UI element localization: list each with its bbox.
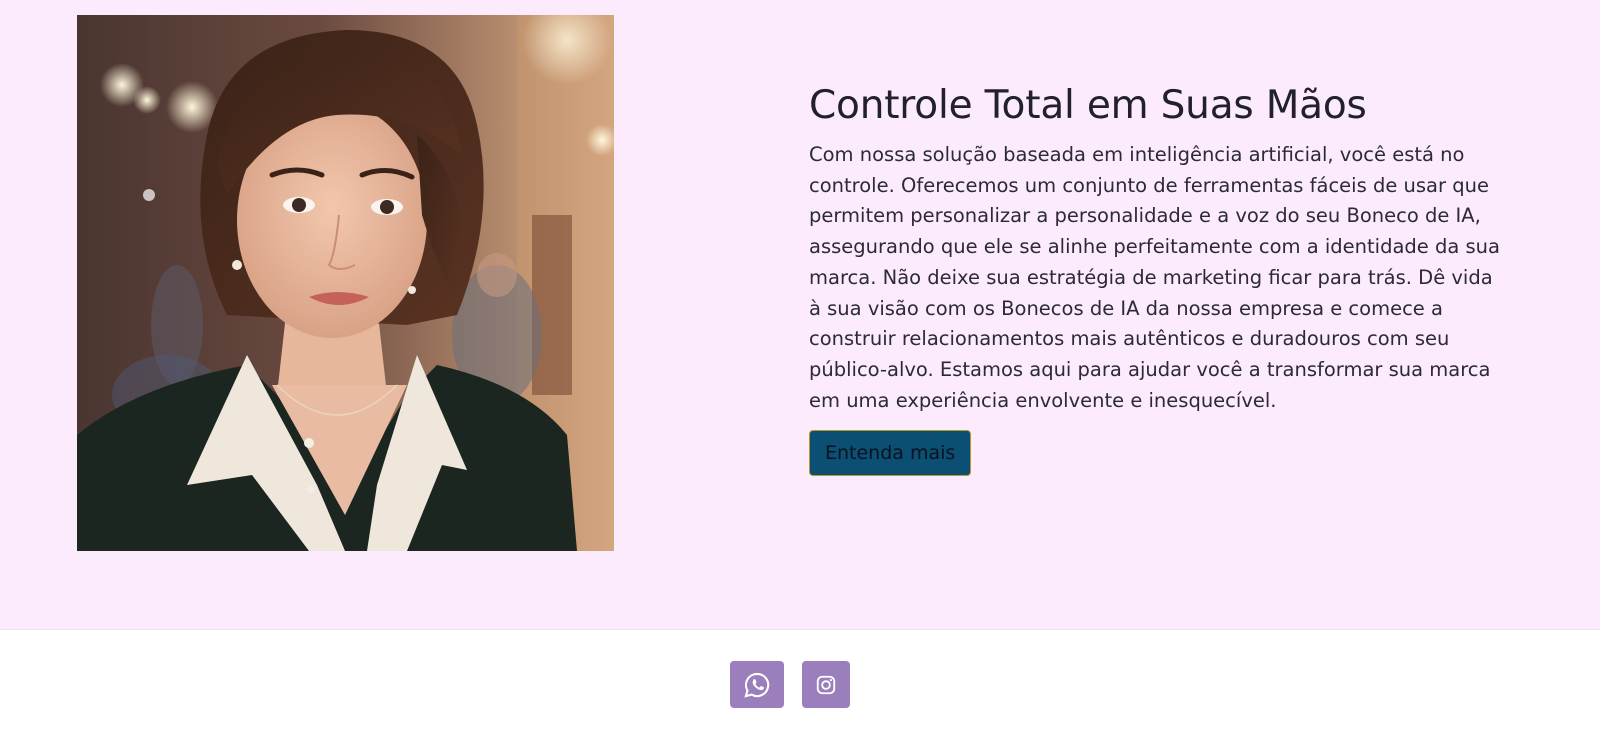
- portrait-image: [77, 15, 614, 551]
- hero-section: Controle Total em Suas Mãos Com nossa so…: [0, 0, 1600, 630]
- instagram-icon: [816, 675, 836, 694]
- hero-title: Controle Total em Suas Mãos: [809, 83, 1367, 128]
- hero-content: Controle Total em Suas Mãos Com nossa so…: [809, 80, 1509, 477]
- whatsapp-button[interactable]: [730, 661, 784, 708]
- instagram-button[interactable]: [802, 661, 850, 708]
- portrait-photo: [77, 15, 614, 551]
- hero-description: Com nossa solução baseada em inteligênci…: [809, 143, 1500, 412]
- footer: [0, 630, 1600, 734]
- whatsapp-icon: [744, 672, 770, 698]
- learn-more-button[interactable]: Entenda mais: [809, 430, 972, 477]
